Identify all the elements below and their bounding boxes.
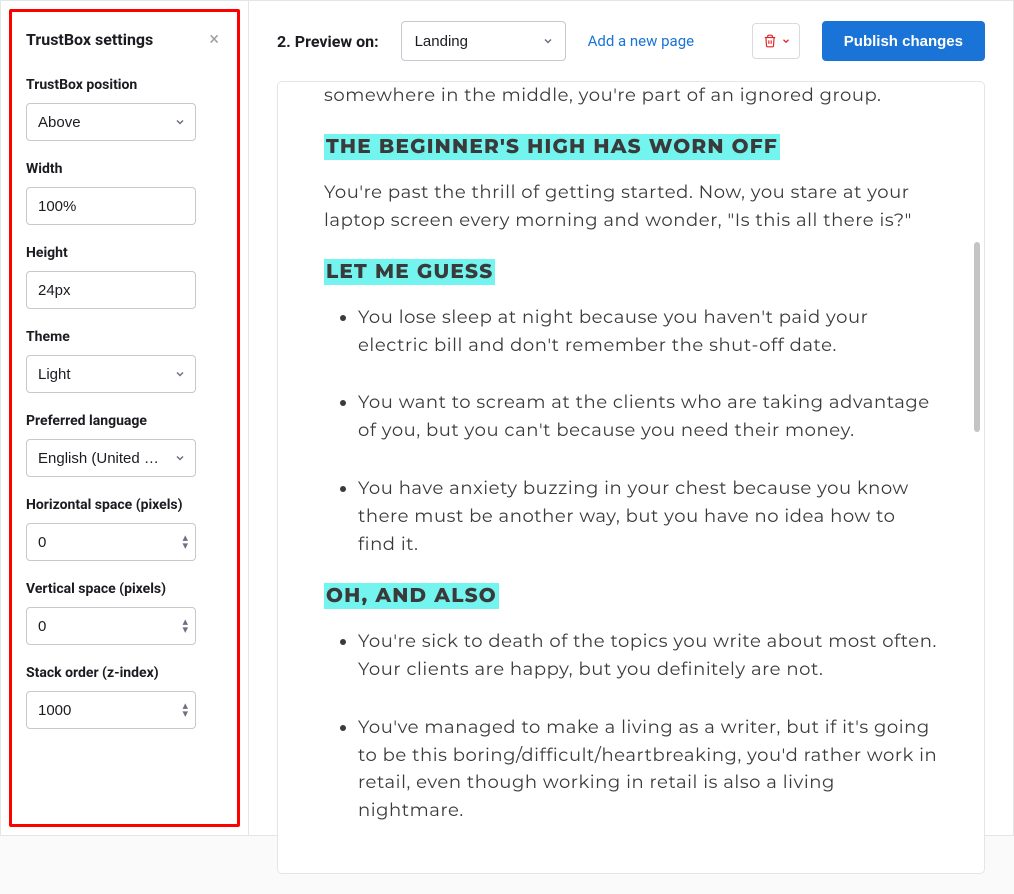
zindex-input[interactable]	[26, 691, 196, 729]
content-heading: THE BEGINNER'S HIGH HAS WORN OFF	[324, 132, 938, 163]
width-label: Width	[26, 161, 223, 177]
position-select[interactable]: Above	[26, 103, 196, 141]
sidebar-panel: TrustBox settings × TrustBox position Ab…	[9, 9, 240, 827]
panel-title: TrustBox settings	[26, 30, 153, 49]
vspace-input[interactable]	[26, 607, 196, 645]
vspace-label: Vertical space (pixels)	[26, 581, 223, 597]
language-label: Preferred language	[26, 413, 223, 429]
content-paragraph: You're past the thrill of getting starte…	[324, 179, 938, 235]
position-label: TrustBox position	[26, 77, 223, 93]
list-item: You lose sleep at night because you have…	[358, 304, 938, 360]
hspace-input[interactable]	[26, 523, 196, 561]
trash-icon	[763, 33, 777, 49]
theme-select[interactable]: Light	[26, 355, 196, 393]
preview-label: 2. Preview on:	[277, 32, 379, 51]
preview-content: somewhere in the middle, you're part of …	[278, 82, 984, 873]
zindex-label: Stack order (z-index)	[26, 665, 223, 681]
scrollbar-thumb[interactable]	[974, 242, 980, 432]
list-item: You have anxiety buzzing in your chest b…	[358, 475, 938, 559]
chevron-down-icon	[781, 36, 791, 46]
close-icon[interactable]: ×	[205, 31, 223, 49]
preview-page-select[interactable]: Landing	[401, 21, 566, 61]
content-heading: LET ME GUESS	[324, 257, 938, 288]
list-item: You're sick to death of the topics you w…	[358, 628, 938, 684]
sidebar: TrustBox settings × TrustBox position Ab…	[1, 1, 249, 835]
hspace-label: Horizontal space (pixels)	[26, 497, 223, 513]
delete-dropdown-button[interactable]	[752, 23, 800, 59]
add-page-link[interactable]: Add a new page	[588, 32, 695, 50]
height-label: Height	[26, 245, 223, 261]
preview-card: somewhere in the middle, you're part of …	[277, 81, 985, 874]
width-input[interactable]	[26, 187, 196, 225]
publish-button[interactable]: Publish changes	[822, 21, 985, 61]
list-item: You've managed to make a living as a wri…	[358, 714, 938, 826]
theme-label: Theme	[26, 329, 223, 345]
height-input[interactable]	[26, 271, 196, 309]
scrollbar[interactable]	[974, 92, 980, 863]
topbar: 2. Preview on: Landing Add a new page Pu	[249, 1, 1013, 81]
content-paragraph: somewhere in the middle, you're part of …	[324, 82, 938, 110]
main: 2. Preview on: Landing Add a new page Pu	[249, 1, 1013, 835]
list-item: You want to scream at the clients who ar…	[358, 389, 938, 445]
content-heading: OH, AND ALSO	[324, 581, 938, 612]
language-select[interactable]: English (United Sta…	[26, 439, 196, 477]
